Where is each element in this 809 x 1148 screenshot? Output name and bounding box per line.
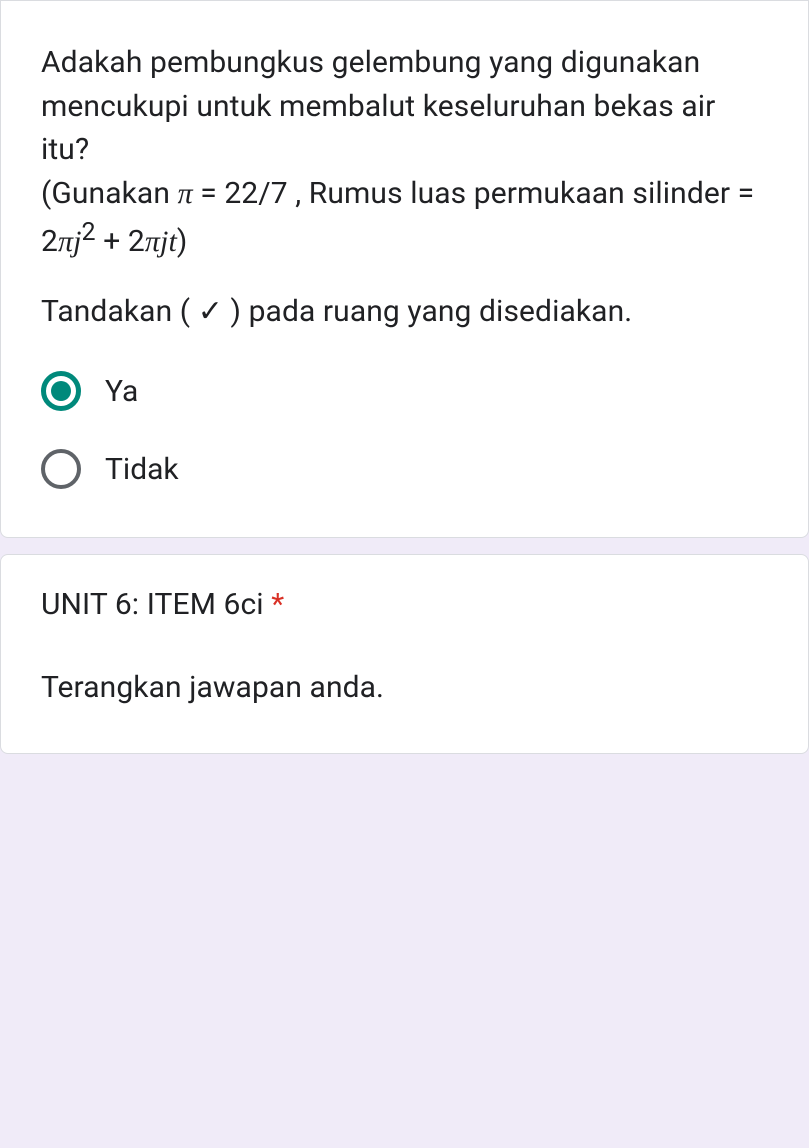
required-asterisk: *: [271, 587, 284, 622]
radio-option-tidak[interactable]: Tidak: [41, 449, 768, 489]
instruction-text: Tandakan ( ✓ ) pada ruang yang disediaka…: [41, 290, 768, 334]
radio-label-ya: Ya: [105, 374, 138, 409]
section-subtext: Terangkan jawapan anda.: [41, 670, 768, 705]
radio-option-ya[interactable]: Ya: [41, 371, 768, 411]
question-line-1: Adakah pembungkus gelembung yang digunak…: [41, 45, 715, 167]
question-text: Adakah pembungkus gelembung yang digunak…: [41, 41, 768, 264]
pi-symbol-2: π: [58, 225, 73, 258]
radio-label-tidak: Tidak: [105, 452, 179, 487]
radio-unselected-icon: [41, 449, 81, 489]
term-j: j: [73, 225, 81, 258]
formula-prefix: (Gunakan: [41, 176, 178, 211]
plus-text: + 2: [96, 224, 145, 259]
pi-symbol-3: π: [145, 225, 160, 258]
term-j-sup: 2: [82, 218, 96, 247]
radio-group: Ya Tidak: [41, 371, 768, 489]
pi-symbol-1: π: [178, 177, 193, 210]
radio-selected-icon: [41, 371, 81, 411]
term-jt: jt: [160, 225, 177, 258]
section-title-text: UNIT 6: ITEM 6ci: [41, 587, 271, 622]
question-card-2: UNIT 6: ITEM 6ci * Terangkan jawapan and…: [0, 554, 809, 754]
close-paren: ): [177, 224, 188, 259]
section-title: UNIT 6: ITEM 6ci *: [41, 587, 768, 622]
question-card-1: Adakah pembungkus gelembung yang digunak…: [0, 0, 809, 538]
